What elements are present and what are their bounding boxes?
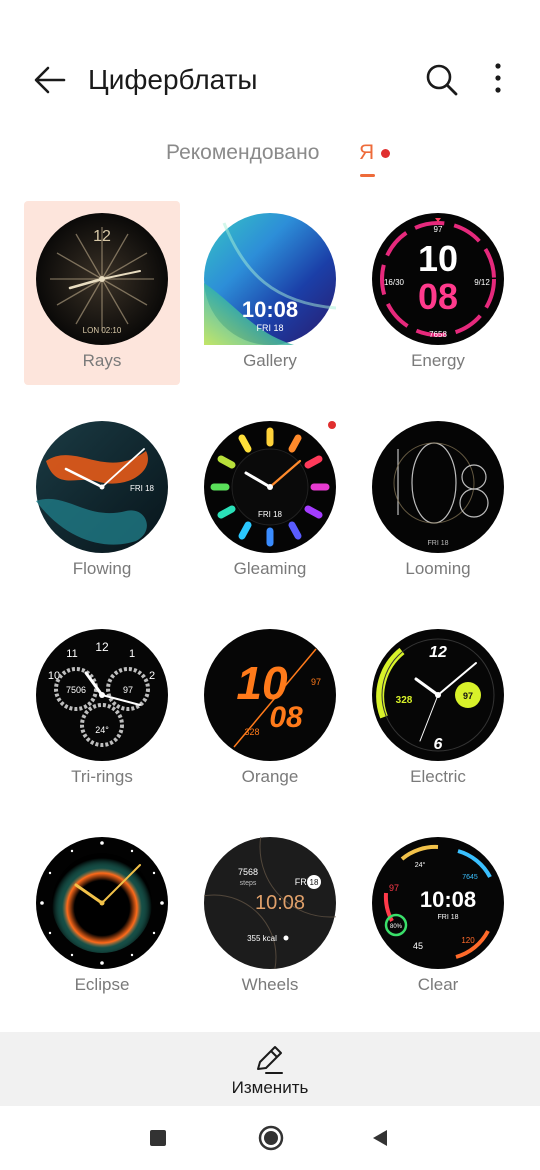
electric-top: 12 [429, 644, 447, 661]
electric-face-preview: 12 6 328 97 [372, 629, 504, 761]
tab-active-indicator [360, 174, 375, 177]
wheels-kcal: 355 kcal [247, 934, 277, 943]
tab-mine[interactable]: Я [359, 141, 374, 165]
watch-face-gallery[interactable]: 10:08 FRI 18 Gallery [192, 201, 348, 385]
tri-rings-face-preview: 12 1 2 11 10 7506 97 24° [36, 629, 168, 761]
energy-steps: 7658 [429, 330, 447, 339]
energy-right: 9/12 [474, 278, 490, 287]
tri-rings-n1: 1 [129, 648, 135, 660]
tri-rings-left: 7506 [66, 685, 86, 695]
bottom-action-bar: Изменить [0, 1032, 540, 1106]
face-label: Eclipse [74, 975, 130, 994]
clear-stand: 45 [413, 941, 423, 951]
face-label: Looming [405, 559, 471, 578]
face-label: Gallery [243, 351, 297, 370]
tab-bar: Рекомендовано Я [0, 135, 540, 185]
gallery-face-preview: 10:08 FRI 18 [204, 213, 336, 345]
tri-rings-n2: 2 [149, 670, 155, 682]
face-label: Rays [82, 351, 122, 370]
page-title: Циферблаты [88, 64, 258, 95]
orange-steps: 328 [244, 727, 259, 737]
wheels-time: 10:08 [255, 892, 305, 914]
clear-time: 10:08 [420, 887, 476, 912]
wheels-day: 18 [310, 878, 319, 887]
wheels-steps-unit: steps [240, 880, 257, 887]
tab-notification-dot [381, 149, 390, 158]
triangle-back-icon[interactable] [371, 1129, 389, 1147]
orange-minute: 08 [269, 701, 303, 734]
square-icon[interactable] [150, 1130, 166, 1146]
more-vertical-icon[interactable] [484, 60, 512, 100]
energy-minute: 08 [418, 276, 458, 317]
clear-date: FRI 18 [437, 914, 458, 921]
wheels-face-preview: 7568 steps FRI 18 10:08 355 kcal [204, 837, 336, 969]
watch-face-clear[interactable]: 24° 7645 97 10:08 FRI 18 80% 45 120 Clea… [360, 825, 516, 1009]
face-label: Gleaming [233, 559, 307, 578]
gleaming-date: FRI 18 [258, 510, 283, 519]
clear-heart: 97 [389, 883, 399, 893]
tri-rings-n11: 11 [66, 648, 77, 660]
orange-heart: 97 [311, 677, 321, 687]
gallery-time: 10:08 [242, 297, 298, 322]
watch-face-tri-rings[interactable]: 12 1 2 11 10 7506 97 24° Tri-rings [24, 617, 180, 801]
watch-face-energy[interactable]: 97 10 08 16/30 9/12 7658 Energy [360, 201, 516, 385]
wheels-steps: 7568 [238, 867, 258, 877]
eclipse-face-preview [36, 837, 168, 969]
rays-hour-12: 12 [93, 228, 111, 245]
tri-rings-bottom: 24° [95, 725, 109, 735]
face-label: Energy [411, 351, 465, 370]
face-label: Wheels [241, 975, 299, 994]
electric-right: 97 [463, 691, 473, 701]
watch-face-electric[interactable]: 12 6 328 97 Electric [360, 617, 516, 801]
rays-face-preview: 12 LON 02:10 [36, 213, 168, 345]
gallery-date: FRI 18 [256, 323, 283, 333]
app-header: Циферблаты [0, 0, 540, 130]
pencil-icon [257, 1046, 283, 1074]
looming-face-preview: FRI 18 [372, 421, 504, 553]
clear-kcal: 120 [461, 936, 475, 945]
watch-face-orange[interactable]: 10 08 97 328 Orange [192, 617, 348, 801]
new-indicator-dot [328, 421, 336, 429]
face-label: Orange [241, 767, 299, 786]
clear-battery: 80% [390, 924, 403, 930]
edit-button[interactable]: Изменить [190, 1032, 350, 1106]
orange-face-preview: 10 08 97 328 [204, 629, 336, 761]
flowing-face-preview: FRI 18 [36, 421, 168, 553]
circle-icon[interactable] [258, 1125, 284, 1151]
tri-rings-right: 97 [123, 685, 133, 695]
search-icon[interactable] [422, 60, 462, 100]
electric-left: 328 [396, 695, 413, 706]
looming-date: FRI 18 [427, 540, 448, 547]
energy-face-preview: 97 10 08 16/30 9/12 7658 [372, 213, 504, 345]
watch-face-looming[interactable]: FRI 18 Looming [360, 409, 516, 593]
clear-steps: 7645 [462, 874, 478, 881]
tri-rings-hour-12: 12 [95, 640, 109, 654]
system-navigation-bar [0, 1106, 540, 1170]
arrow-left-icon[interactable] [30, 60, 70, 100]
tab-recommended[interactable]: Рекомендовано [166, 141, 319, 165]
edit-label: Изменить [231, 1078, 309, 1097]
face-label: Tri-rings [71, 767, 133, 786]
gleaming-face-preview: FRI 18 [204, 421, 336, 553]
watch-face-eclipse[interactable]: Eclipse [24, 825, 180, 1009]
clear-temp: 24° [415, 861, 426, 869]
energy-left: 16/30 [384, 278, 405, 287]
clear-face-preview: 24° 7645 97 10:08 FRI 18 80% 45 120 [372, 837, 504, 969]
face-label: Electric [410, 767, 466, 786]
watch-face-wheels[interactable]: 7568 steps FRI 18 10:08 355 kcal Wheels [192, 825, 348, 1009]
rays-world-clock: LON 02:10 [83, 326, 122, 335]
flowing-date: FRI 18 [130, 484, 155, 493]
watch-face-gleaming[interactable]: FRI 18 Gleaming [192, 409, 348, 593]
face-label: Flowing [72, 559, 132, 578]
watch-face-rays[interactable]: 12 LON 02:10 Rays [24, 201, 180, 385]
electric-bottom: 6 [434, 736, 443, 753]
face-label: Clear [417, 975, 459, 994]
energy-heart: 97 [434, 225, 443, 234]
energy-hour: 10 [418, 238, 458, 279]
watch-face-flowing[interactable]: FRI 18 Flowing [24, 409, 180, 593]
